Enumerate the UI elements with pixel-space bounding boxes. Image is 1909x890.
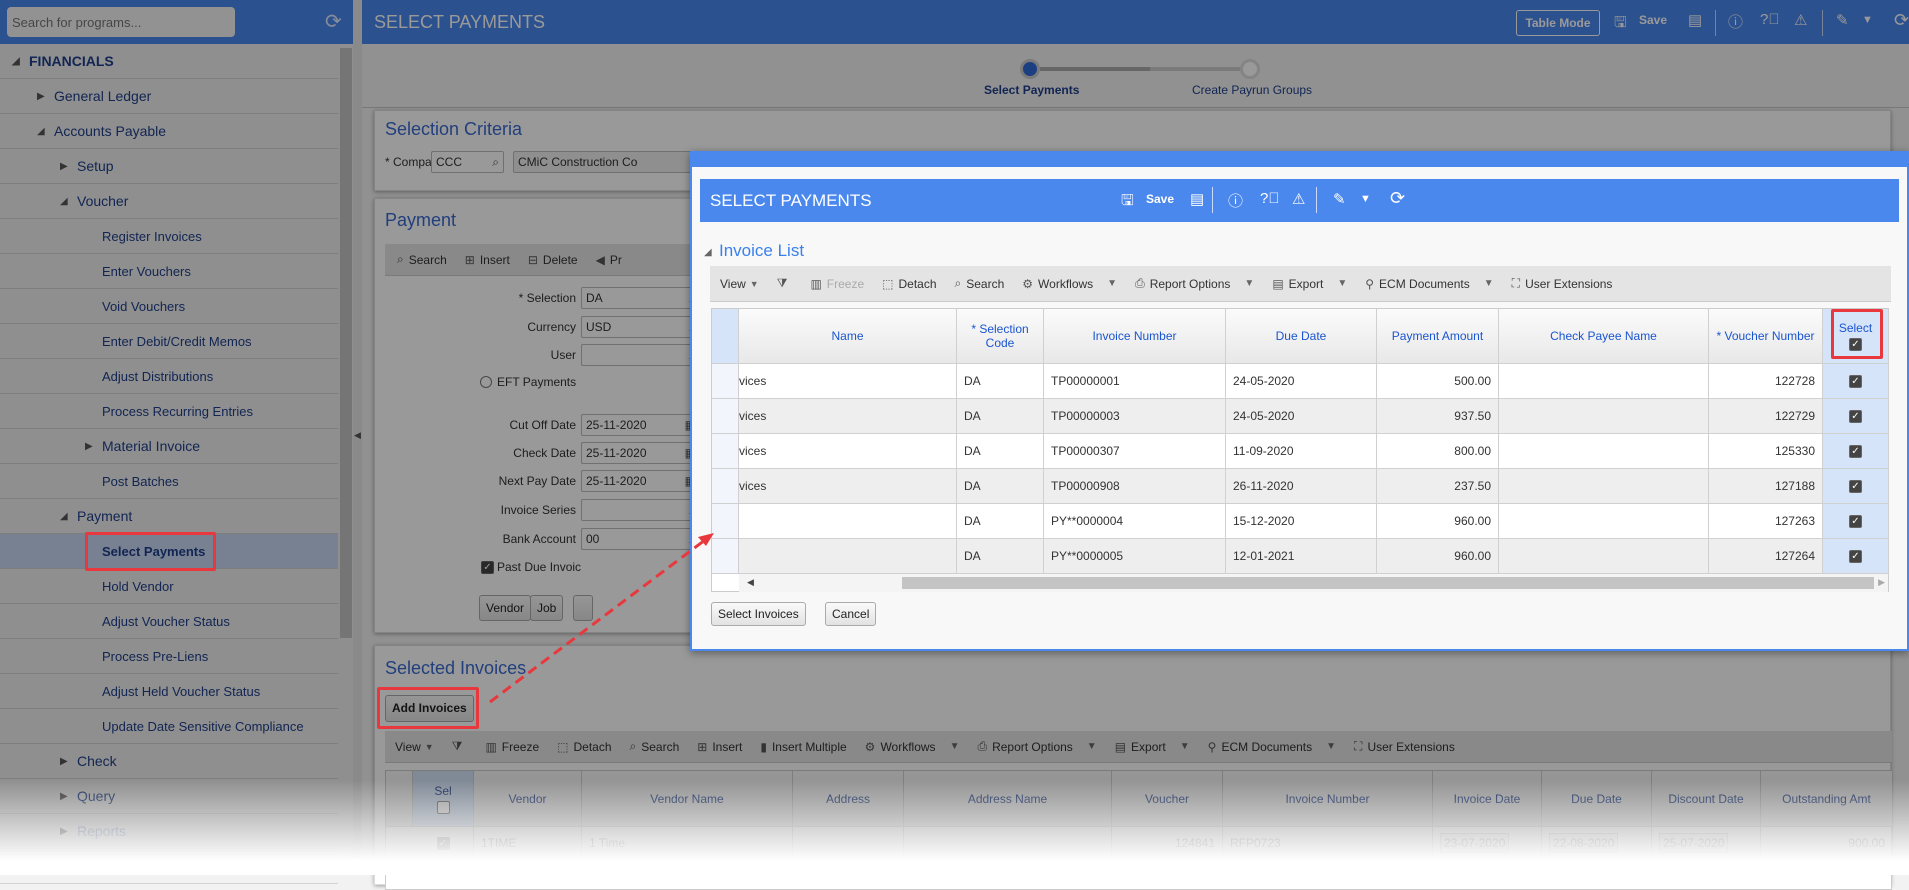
annotation-arrow xyxy=(489,533,714,704)
highlight-add-invoices xyxy=(377,687,479,729)
dashed-arrow-line xyxy=(489,538,706,704)
bottom-fade xyxy=(0,780,1909,875)
